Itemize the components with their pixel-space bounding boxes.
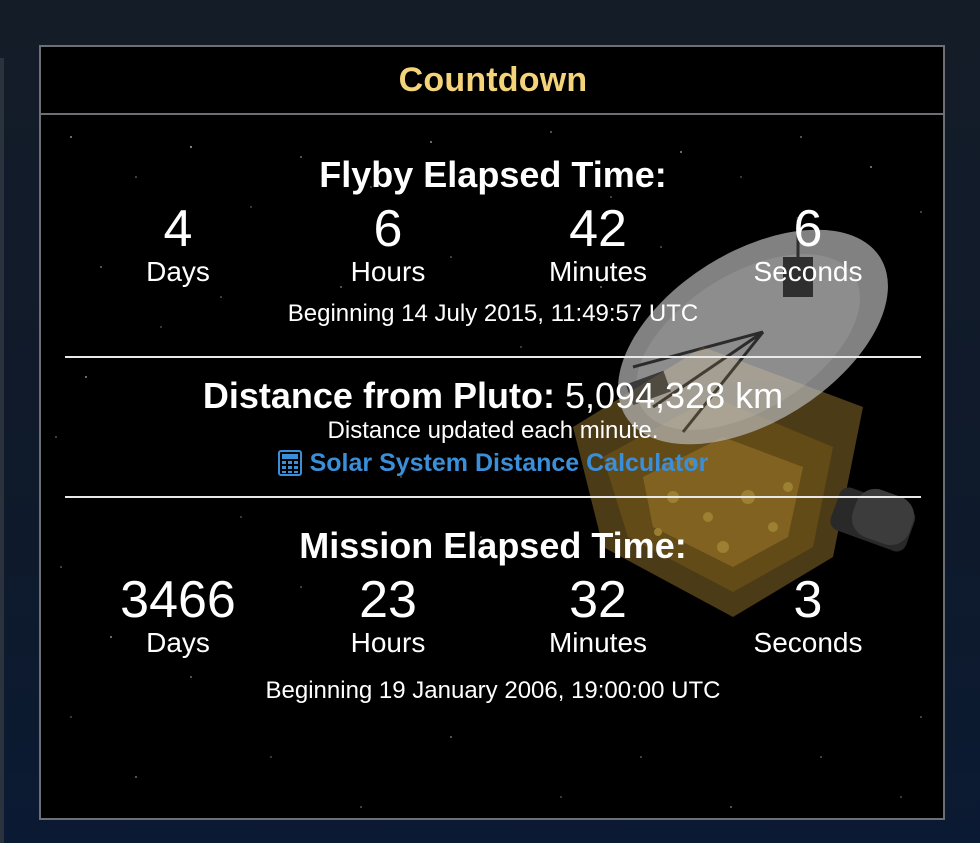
mission-heading: Mission Elapsed Time:	[299, 525, 687, 566]
counter-label: Days	[146, 627, 210, 658]
flyby-seconds-counter: 6 Seconds	[703, 201, 913, 289]
counter-label: Seconds	[753, 627, 863, 658]
flyby-heading: Flyby Elapsed Time:	[319, 154, 667, 195]
mission-seconds-counter: 3 Seconds	[703, 572, 913, 660]
countdown-widget: Countdown Flyby Elapsed Time: 4 Days 6 H…	[39, 45, 945, 820]
flyby-hours-counter: 6 Hours	[283, 201, 493, 289]
counter-value: 6	[373, 200, 403, 258]
counter-label: Hours	[350, 256, 426, 287]
calculator-icon	[277, 450, 302, 476]
distance-label: Distance from Pluto:	[202, 375, 555, 416]
countdown-content: Flyby Elapsed Time: 4 Days 6 Hours 42 Mi…	[41, 115, 943, 706]
widget-header: Countdown	[41, 47, 943, 115]
counter-value: 42	[569, 200, 627, 258]
mission-days-counter: 3466 Days	[73, 572, 283, 660]
flyby-counter-row: 4 Days 6 Hours 42 Minutes 6 Seconds	[41, 201, 943, 289]
left-edge-strip	[0, 58, 4, 843]
distance-calculator-link[interactable]: Solar System Distance Calculator	[41, 446, 943, 480]
mission-hours-counter: 23 Hours	[283, 572, 493, 660]
widget-title: Countdown	[398, 60, 588, 99]
counter-value: 23	[359, 571, 417, 629]
mission-minutes-counter: 32 Minutes	[493, 572, 703, 660]
mission-section: Mission Elapsed Time: 3466 Days 23 Hours…	[41, 498, 943, 706]
counter-label: Days	[146, 256, 210, 287]
counter-label: Minutes	[548, 256, 648, 287]
counter-value: 3	[793, 571, 823, 629]
distance-line: Distance from Pluto: 5,094,328 km	[41, 375, 943, 416]
distance-note: Distance updated each minute.	[327, 417, 659, 444]
flyby-beginning-text: Beginning 14 July 2015, 11:49:57 UTC	[287, 300, 699, 327]
counter-value: 6	[793, 200, 823, 258]
counter-value: 4	[163, 200, 193, 258]
distance-section: Distance from Pluto: 5,094,328 km Distan…	[41, 358, 943, 480]
counter-label: Hours	[350, 627, 426, 658]
mission-counter-row: 3466 Days 23 Hours 32 Minutes 3 Seconds	[41, 572, 943, 660]
counter-value: 32	[569, 571, 627, 629]
counter-label: Minutes	[548, 627, 648, 658]
flyby-minutes-counter: 42 Minutes	[493, 201, 703, 289]
calculator-link-label: Solar System Distance Calculator	[309, 449, 709, 477]
counter-label: Seconds	[753, 256, 863, 287]
counter-value: 3466	[120, 571, 236, 629]
flyby-days-counter: 4 Days	[73, 201, 283, 289]
mission-beginning-text: Beginning 19 January 2006, 19:00:00 UTC	[265, 677, 721, 704]
distance-value: 5,094,328 km	[564, 375, 784, 416]
flyby-section: Flyby Elapsed Time: 4 Days 6 Hours 42 Mi…	[41, 115, 943, 329]
